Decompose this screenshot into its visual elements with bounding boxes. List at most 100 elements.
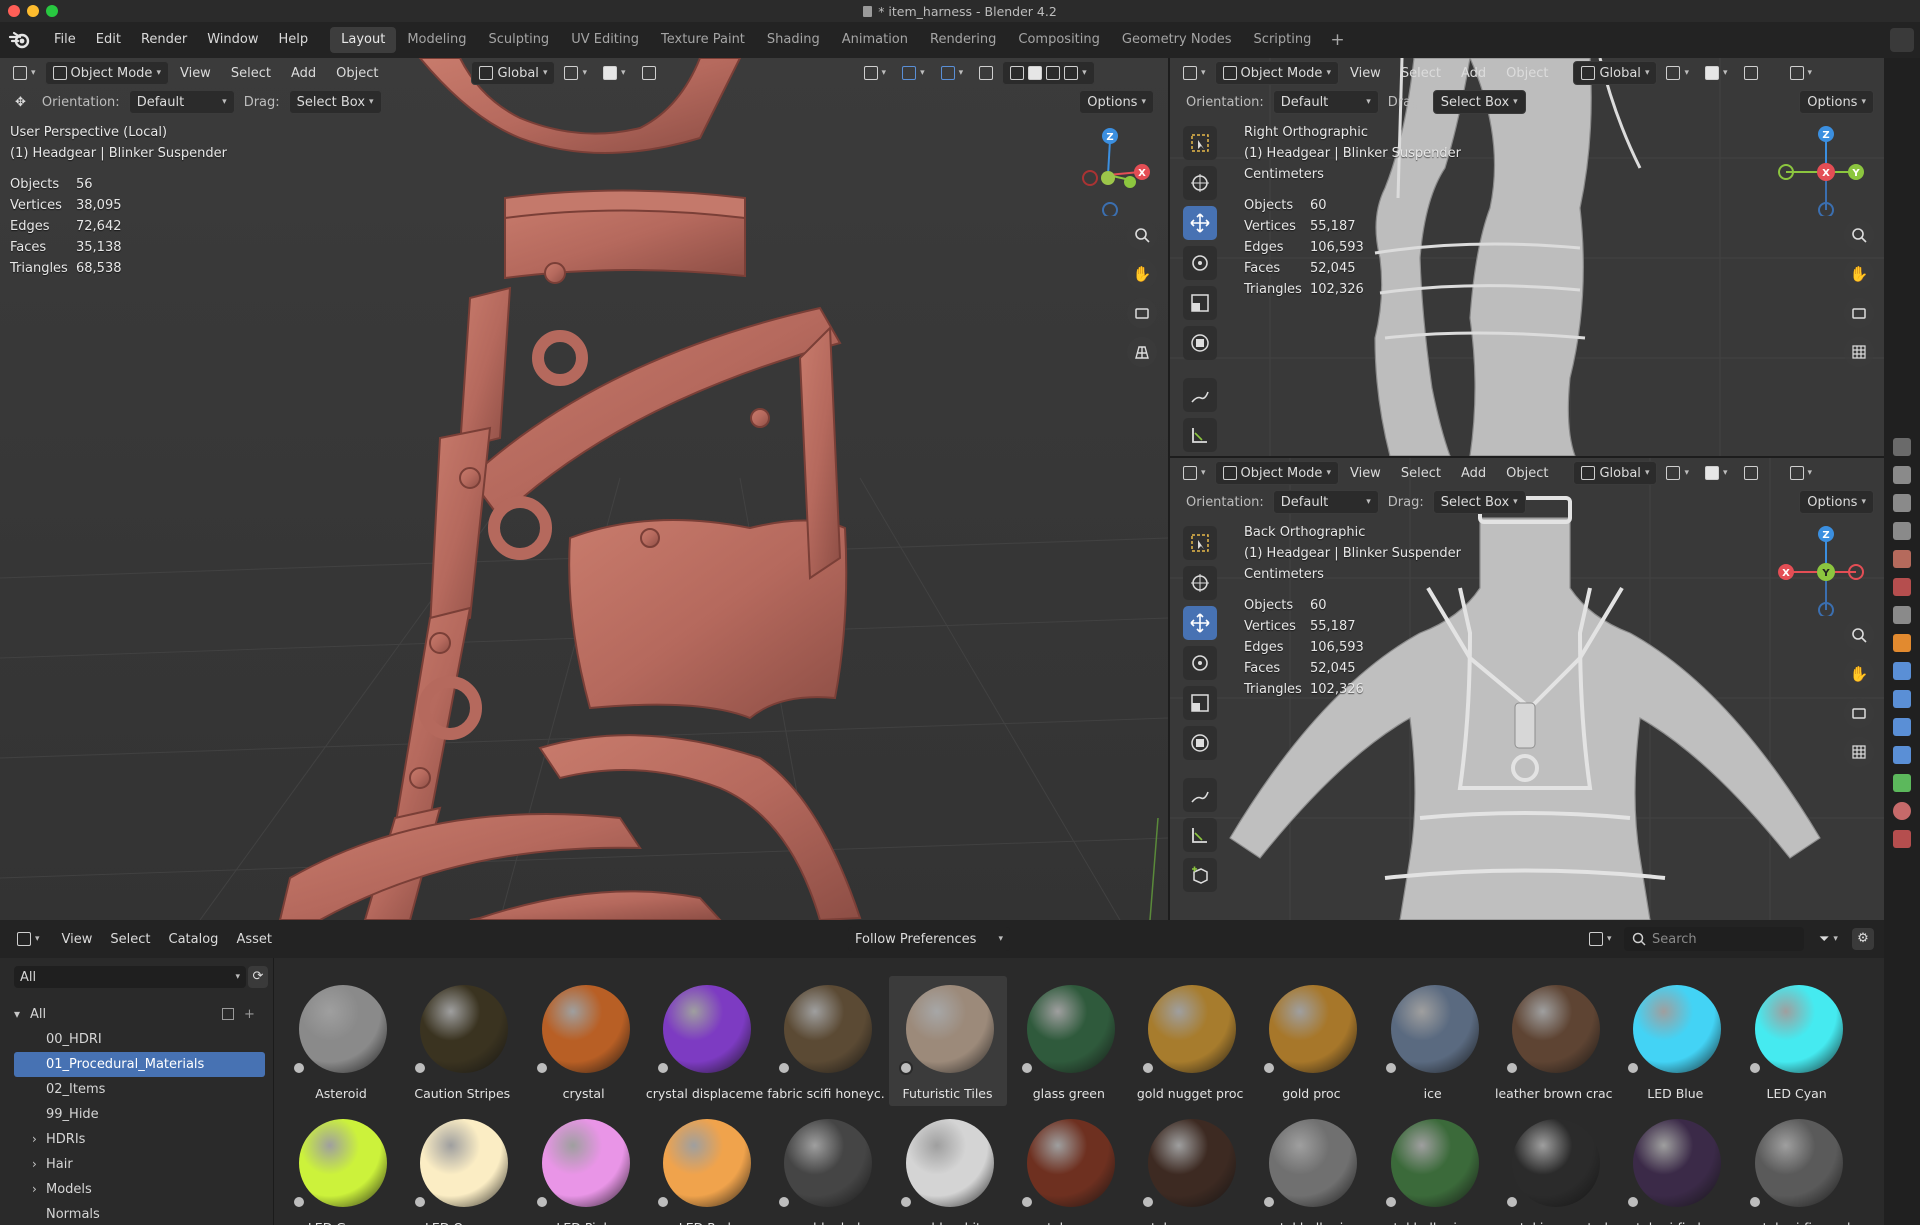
rb-transform-orientation-selector[interactable]: Global ▾ (1573, 461, 1658, 485)
minimize-window-button[interactable] (27, 5, 39, 17)
rt-menu-view[interactable]: View (1341, 66, 1390, 81)
rb-drag-selector[interactable]: Select Box ▾ (1432, 490, 1526, 514)
rt-select-box-tool-icon[interactable] (1183, 126, 1217, 160)
ab-editor-type-button[interactable]: ▾ (10, 927, 47, 951)
tree-item-normals[interactable]: Normals (0, 1202, 273, 1225)
material-properties-icon[interactable] (1893, 802, 1911, 820)
rb-snap-icon[interactable]: ▾ (1698, 461, 1735, 485)
collection-properties-icon[interactable] (1893, 606, 1911, 624)
rb-mode-selector[interactable]: Object Mode ▾ (1214, 461, 1339, 485)
object-properties-icon[interactable] (1893, 634, 1911, 652)
asset-search-input[interactable]: Search (1624, 927, 1804, 951)
menu-file[interactable]: File (44, 22, 86, 58)
drag-selector[interactable]: Select Box ▾ (288, 90, 382, 114)
rb-visibility-icon[interactable]: ▾ (1783, 461, 1820, 485)
rt-measure-tool-icon[interactable] (1183, 418, 1217, 452)
tab-uv-editing[interactable]: UV Editing (560, 27, 650, 53)
rt-visibility-icon[interactable]: ▾ (1783, 61, 1820, 85)
asset-tile-leather-brown-crac[interactable]: leather brown crac... (1495, 976, 1613, 1106)
rb-select-box-tool-icon[interactable] (1183, 526, 1217, 560)
tree-item-all[interactable]: ▾ All + (0, 1002, 273, 1027)
data-properties-icon[interactable] (1893, 774, 1911, 792)
scene-icon[interactable] (1890, 28, 1914, 52)
rb-camera-icon[interactable] (1844, 698, 1874, 728)
ab-menu-select[interactable]: Select (101, 932, 159, 947)
rb-pivot-icon[interactable]: ▾ (1659, 461, 1696, 485)
rb-editor-type-button[interactable]: ▾ (1176, 461, 1213, 485)
rt-camera-icon[interactable] (1844, 298, 1874, 328)
rb-zoom-icon[interactable] (1844, 620, 1874, 650)
rb-cursor-tool-icon[interactable] (1183, 566, 1217, 600)
tree-item-99-hide[interactable]: 99_Hide (0, 1102, 273, 1127)
rb-pan-hand-icon[interactable]: ✋ (1844, 659, 1874, 689)
blender-logo-icon[interactable] (8, 28, 32, 52)
tab-sculpting[interactable]: Sculpting (477, 27, 560, 53)
asset-tile-metal-hull-grimy-gr[interactable]: metal hull grimy gr... (1374, 1110, 1492, 1225)
save-catalog-icon[interactable] (222, 1008, 234, 1020)
rb-measure-tool-icon[interactable] (1183, 818, 1217, 852)
refresh-icon[interactable]: ⟳ (248, 966, 268, 988)
rb-options-button[interactable]: Options ▾ (1799, 490, 1874, 514)
rb-transform-tool-icon[interactable] (1183, 726, 1217, 760)
tab-texture-paint[interactable]: Texture Paint (650, 27, 756, 53)
menu-render[interactable]: Render (131, 22, 197, 58)
output-properties-icon[interactable] (1893, 494, 1911, 512)
rb-proportional-edit-icon[interactable] (1737, 461, 1765, 485)
display-mode-icon[interactable]: ▾ (1582, 927, 1619, 951)
ab-menu-asset[interactable]: Asset (227, 932, 281, 947)
rb-menu-object[interactable]: Object (1497, 466, 1557, 481)
asset-tile-led-cyan[interactable]: LED Cyan (1738, 976, 1856, 1106)
rb-navigation-gizmo[interactable]: Z X Y (1770, 520, 1866, 616)
tree-item-01-procedural-materials[interactable]: 01_Procedural_Materials (14, 1052, 265, 1077)
asset-tile-marble-white[interactable]: marble white (889, 1110, 1007, 1225)
editor-type-button[interactable]: ▾ (6, 61, 43, 85)
tab-scripting[interactable]: Scripting (1243, 27, 1323, 53)
tab-layout[interactable]: Layout (330, 27, 397, 53)
xray-icon[interactable] (972, 61, 1000, 85)
tab-geometry-nodes[interactable]: Geometry Nodes (1111, 27, 1243, 53)
tree-item-hdris[interactable]: › HDRIs (0, 1127, 273, 1152)
rt-orientation-selector[interactable]: Default ▾ (1272, 90, 1379, 114)
rt-move-tool-icon[interactable] (1183, 206, 1217, 240)
tab-rendering[interactable]: Rendering (919, 27, 1007, 53)
library-selector[interactable]: Follow Preferences ▾ (848, 927, 1010, 951)
particle-properties-icon[interactable] (1893, 690, 1911, 708)
rt-editor-type-button[interactable]: ▾ (1176, 61, 1213, 85)
menu-help[interactable]: Help (269, 22, 319, 58)
rt-snap-icon[interactable]: ▾ (1698, 61, 1735, 85)
asset-tile-marble-dark[interactable]: marble dark (767, 1110, 885, 1225)
rb-menu-add[interactable]: Add (1452, 466, 1495, 481)
maximize-window-button[interactable] (46, 5, 58, 17)
tab-shading[interactable]: Shading (756, 27, 831, 53)
ab-menu-catalog[interactable]: Catalog (160, 932, 228, 947)
asset-tile-metal-sci-fi-glow[interactable]: metal sci-fi glow ... (1616, 1110, 1734, 1225)
rt-zoom-icon[interactable] (1844, 220, 1874, 250)
navigation-gizmo[interactable]: Z X (1058, 120, 1154, 216)
asset-tile-metal-iron-rusted[interactable]: metal iron rusted (1495, 1110, 1613, 1225)
asset-tile-crystal[interactable]: crystal (525, 976, 643, 1106)
rt-menu-select[interactable]: Select (1392, 66, 1450, 81)
asset-tile-led-orange[interactable]: LED Orange (403, 1110, 521, 1225)
asset-tile-led-pink[interactable]: LED Pink (525, 1110, 643, 1225)
gizmo-toggle-icon[interactable]: ▾ (895, 61, 932, 85)
rb-annotate-tool-icon[interactable] (1183, 778, 1217, 812)
menu-add[interactable]: Add (282, 66, 325, 81)
shading-mode-buttons[interactable]: ▾ (1002, 61, 1095, 85)
tab-modeling[interactable]: Modeling (396, 27, 477, 53)
rb-move-tool-icon[interactable] (1183, 606, 1217, 640)
add-workspace-button[interactable]: + (1322, 30, 1352, 50)
menu-edit[interactable]: Edit (86, 22, 131, 58)
grid-perspective-icon[interactable] (1127, 337, 1157, 367)
modifier-properties-icon[interactable] (1893, 662, 1911, 680)
visibility-icon[interactable]: ▾ (857, 61, 894, 85)
rt-pivot-icon[interactable]: ▾ (1659, 61, 1696, 85)
rt-annotate-tool-icon[interactable] (1183, 378, 1217, 412)
close-window-button[interactable] (8, 5, 20, 17)
filter-icon[interactable]: ⏷ ▾ (1812, 927, 1845, 951)
rt-drag-selector[interactable]: Select Box ▾ (1432, 90, 1526, 114)
rb-orientation-selector[interactable]: Default ▾ (1272, 490, 1379, 514)
tree-item-00-hdri[interactable]: 00_HDRI (0, 1027, 273, 1052)
menu-window[interactable]: Window (197, 22, 268, 58)
rb-menu-view[interactable]: View (1341, 466, 1390, 481)
main-3d-viewport[interactable]: ▾ Object Mode ▾ View Select Add Object Gl… (0, 58, 1168, 920)
